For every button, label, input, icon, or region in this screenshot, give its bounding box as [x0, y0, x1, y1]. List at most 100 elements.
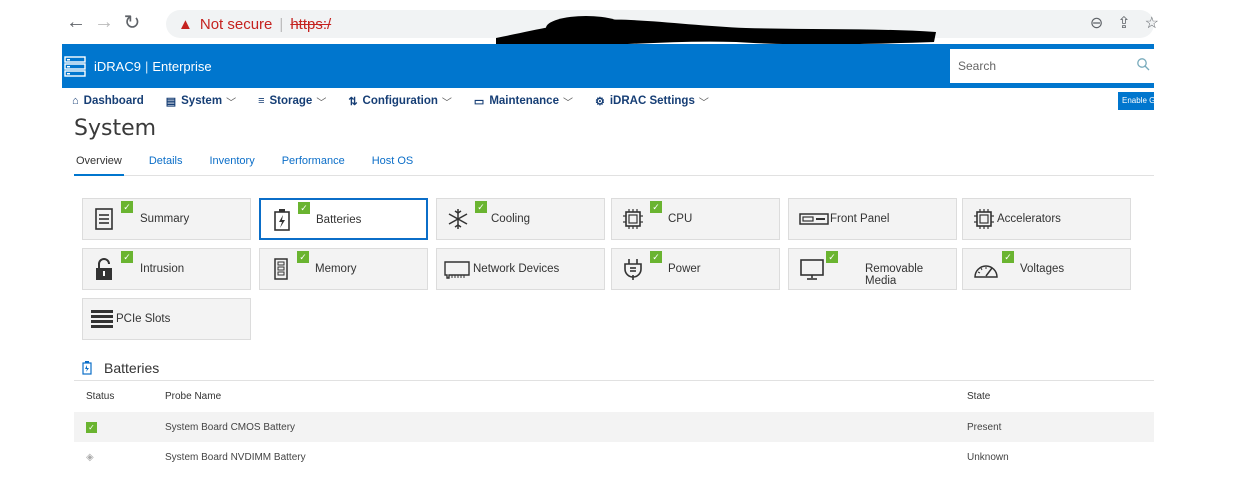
tab-inventory[interactable]: Inventory [207, 150, 256, 176]
probe-name: System Board NVDIMM Battery [165, 451, 306, 463]
ok-check-icon: ✓ [298, 202, 310, 214]
search-input[interactable]: Search [950, 49, 1154, 83]
gauge-icon [974, 265, 998, 278]
tile-intrusion[interactable]: ✓ Intrusion [82, 248, 251, 290]
tile-accelerators[interactable]: Accelerators [962, 198, 1131, 240]
tile-front-panel[interactable]: Front Panel [788, 198, 957, 240]
browser-toolbar: ← → ↻ ▲ Not secure | https:/ ⊖ ⇪ ☆ [0, 0, 1259, 46]
status-unknown-icon: ◈ [86, 451, 94, 463]
tab-bar: Overview Details Inventory Performance H… [74, 150, 1154, 176]
search-placeholder: Search [958, 59, 997, 73]
bookmark-star-icon[interactable]: ☆ [1145, 13, 1159, 33]
back-arrow-icon[interactable]: ← [62, 8, 90, 36]
not-secure-label: Not secure [199, 15, 273, 33]
search-icon[interactable] [1136, 57, 1150, 71]
front-panel-icon [799, 213, 829, 225]
redaction-mark [496, 16, 936, 46]
server-logo-icon [64, 56, 86, 77]
tile-network-devices[interactable]: Network Devices [436, 248, 605, 290]
page-title: System [74, 116, 157, 141]
tab-overview[interactable]: Overview [74, 150, 124, 176]
address-bar[interactable]: ▲ Not secure | https:/ [166, 10, 1154, 46]
tab-performance[interactable]: Performance [280, 150, 347, 176]
nav-storage-label: Storage [269, 95, 313, 107]
batteries-section-title: Batteries [82, 360, 159, 376]
tile-batteries[interactable]: ✓ Batteries [259, 198, 428, 240]
tile-batteries-label: Batteries [316, 214, 362, 226]
main-navigation: ⌂ Dashboard ▤ System ﹀ ≡ Storage ﹀ ⇅ Con… [62, 88, 1154, 114]
nav-storage[interactable]: ≡ Storage ﹀ [258, 94, 326, 109]
ok-check-icon: ✓ [121, 201, 133, 213]
nav-maintenance[interactable]: ▭ Maintenance ﹀ [474, 94, 573, 109]
tab-details[interactable]: Details [147, 150, 185, 176]
nav-configuration[interactable]: ⇅ Configuration ﹀ [348, 94, 452, 109]
tile-accelerators-label: Accelerators [997, 213, 1061, 225]
reload-icon[interactable]: ↻ [118, 8, 146, 36]
storage-icon: ≡ [258, 95, 265, 107]
app-header: iDRAC9 | Enterprise Search [62, 44, 1154, 88]
nav-system[interactable]: ▤ System ﹀ [166, 94, 236, 109]
chevron-down-icon: ﹀ [698, 97, 709, 109]
nav-configuration-label: Configuration [362, 95, 438, 107]
tile-power[interactable]: ✓ Power [611, 248, 780, 290]
tile-front-panel-label: Front Panel [830, 213, 890, 225]
tile-cooling[interactable]: ✓ Cooling [436, 198, 605, 240]
probe-state: Unknown [967, 451, 1009, 463]
network-card-icon [444, 261, 470, 279]
tile-removable-media[interactable]: ✓ Removable Media [788, 248, 957, 290]
product-name: iDRAC9 [94, 58, 141, 74]
tab-host-os[interactable]: Host OS [370, 150, 416, 176]
system-icon: ▤ [165, 95, 177, 108]
column-state[interactable]: State [967, 391, 990, 402]
battery-icon [274, 209, 290, 231]
probe-state: Present [967, 421, 1002, 433]
plug-icon [624, 259, 642, 280]
chevron-down-icon: ﹀ [562, 97, 573, 109]
status-ok-icon: ✓ [86, 421, 97, 433]
tile-summary-label: Summary [140, 213, 190, 225]
zoom-icon[interactable]: ⊖ [1090, 13, 1103, 33]
tile-memory-label: Memory [315, 263, 357, 275]
ok-check-icon: ✓ [121, 251, 133, 263]
tile-network-devices-label: Network Devices [473, 263, 560, 275]
monitor-icon [800, 259, 824, 280]
table-row: ✓ System Board CMOS Battery Present [74, 412, 1154, 442]
accelerator-icon [974, 209, 994, 229]
warning-triangle-icon: ▲ [178, 15, 193, 33]
tile-intrusion-label: Intrusion [140, 263, 185, 275]
ok-check-icon: ✓ [650, 201, 662, 213]
enable-button[interactable]: Enable G [1118, 92, 1154, 110]
browser-actions: ⊖ ⇪ ☆ [1090, 13, 1159, 33]
probe-name: System Board CMOS Battery [165, 421, 296, 433]
pcie-icon [91, 310, 113, 328]
table-header: Status Probe Name State [74, 380, 1154, 412]
ok-check-icon: ✓ [1002, 251, 1014, 263]
chevron-down-icon: ﹀ [226, 97, 237, 109]
tile-memory[interactable]: ✓ Memory [259, 248, 428, 290]
settings-icon: ⚙ [594, 95, 605, 108]
summary-icon [95, 208, 113, 230]
tile-power-label: Power [668, 263, 701, 275]
tile-voltages[interactable]: ✓ Voltages [962, 248, 1131, 290]
column-status[interactable]: Status [86, 391, 114, 402]
tile-voltages-label: Voltages [1020, 263, 1065, 275]
batteries-title: Batteries [104, 360, 160, 376]
nav-maintenance-label: Maintenance [489, 95, 559, 107]
share-icon[interactable]: ⇪ [1117, 13, 1130, 33]
tile-summary[interactable]: ✓ Summary [82, 198, 251, 240]
forward-arrow-icon[interactable]: → [90, 8, 118, 36]
nav-idrac-settings[interactable]: ⚙ iDRAC Settings ﹀ [595, 94, 709, 109]
lock-icon [96, 258, 112, 280]
snowflake-icon [448, 209, 468, 229]
tile-cooling-label: Cooling [491, 213, 530, 225]
tile-cpu[interactable]: ✓ CPU [611, 198, 780, 240]
nav-dashboard[interactable]: ⌂ Dashboard [72, 95, 144, 107]
maintenance-icon: ▭ [473, 95, 485, 108]
memory-icon [274, 258, 288, 280]
ok-check-icon: ✓ [297, 251, 309, 263]
ok-check-icon: ✓ [826, 251, 838, 263]
nav-dashboard-label: Dashboard [83, 95, 144, 107]
column-probe-name[interactable]: Probe Name [165, 391, 221, 402]
tile-pcie-slots[interactable]: PCIe Slots [82, 298, 251, 340]
table-row: ◈ System Board NVDIMM Battery Unknown [74, 442, 1154, 472]
